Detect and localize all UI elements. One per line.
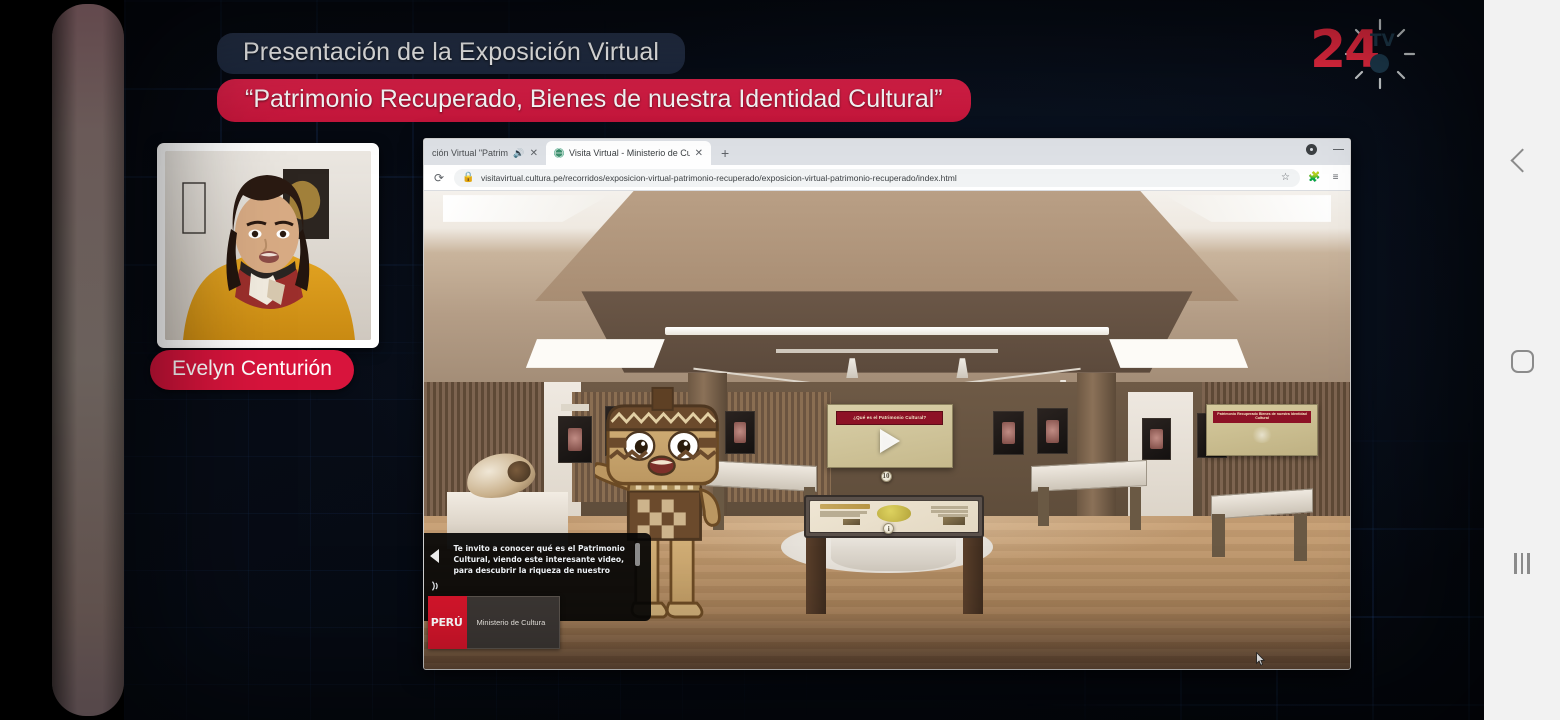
padlock-icon: 🔒 <box>462 172 475 183</box>
table-underside <box>831 537 957 571</box>
display-case-far-right-leg-2 <box>1212 513 1225 557</box>
ministry-logo-name: Ministerio de Cultura <box>467 596 561 649</box>
interactive-touch-table[interactable] <box>803 494 985 538</box>
speaker-video-feed <box>165 151 371 340</box>
mouse-pointer-icon <box>1256 652 1265 666</box>
title-block: Presentación de la Exposición Virtual “P… <box>217 33 971 122</box>
touch-table-text-line-4 <box>931 509 969 513</box>
artwork-left-1[interactable] <box>558 415 592 464</box>
display-case-right-leg-2 <box>1037 487 1050 526</box>
right-banner-headline: Patrimonio Recuperado Bienes de nuestra … <box>1212 410 1312 423</box>
right-banner-screen[interactable]: Patrimonio Recuperado Bienes de nuestra … <box>1206 403 1318 457</box>
browser-toolbar: ⟳ 🔒 visitavirtual.cultura.pe/recorridos/… <box>424 165 1350 191</box>
window-controls <box>1306 144 1344 155</box>
speaker-nameplate: Evelyn Centurión <box>150 350 354 390</box>
logo-dot-icon <box>1370 54 1389 73</box>
right-banner-glow <box>1251 426 1273 444</box>
profile-dot-icon[interactable] <box>1306 144 1317 155</box>
home-square-icon <box>1510 349 1534 373</box>
audio-waves-icon[interactable] <box>429 579 443 593</box>
virtual-tour-viewport[interactable]: ¿Qué es el Patrimonio Cultural? Patrimon… <box>424 191 1350 669</box>
touch-table-text-line-5 <box>937 513 969 517</box>
ceiling-light-square-left <box>525 339 665 368</box>
table-leg-front-right <box>962 532 984 615</box>
ceiling-skylight-left <box>442 195 610 222</box>
star-icon[interactable]: ☆ <box>1279 172 1292 183</box>
display-case-right-leg-1 <box>1129 487 1141 531</box>
tab-title: Visita Virtual - Ministerio de Cult <box>569 148 690 158</box>
linear-light-fixture <box>664 327 1110 335</box>
touch-table-text-line-2 <box>819 514 861 518</box>
touch-table-title-block <box>819 504 871 510</box>
speaker-icon[interactable]: 🔊 <box>513 148 524 159</box>
video-player-left-edge <box>52 4 124 716</box>
ministry-logo: PERÚ Ministerio de Cultura <box>427 596 561 649</box>
ceiling-skylight-right <box>1164 195 1332 222</box>
broadcast-slide: Presentación de la Exposición Virtual “P… <box>124 0 1484 720</box>
close-icon[interactable]: ✕ <box>695 148 703 159</box>
recents-bars-icon <box>1514 552 1530 574</box>
title-line-1: Presentación de la Exposición Virtual <box>217 33 685 74</box>
screen-root: Presentación de la Exposición Virtual “P… <box>0 0 1560 720</box>
artwork-label-left-1 <box>561 403 589 412</box>
artwork-right-2[interactable] <box>1037 408 1068 455</box>
speaker-portrait <box>165 151 371 340</box>
touch-table-text-line-3 <box>931 506 969 510</box>
minimize-icon[interactable] <box>1333 149 1344 150</box>
play-icon[interactable] <box>879 428 900 453</box>
display-case-far-right-leg-1 <box>1294 513 1308 562</box>
logo-tv-text: TV <box>1370 31 1395 51</box>
tab-title: ción Virtual "Patrimoni <box>432 148 509 158</box>
puzzle-icon[interactable]: 🧩 <box>1308 172 1321 183</box>
tour-caption-text: Te invito a conocer qué es el Patrimonio… <box>453 544 625 575</box>
browser-tabstrip: ción Virtual "Patrimoni 🔊 ✕ Visita Virtu… <box>424 139 1350 165</box>
touch-table-gold-artifact-image <box>877 505 911 522</box>
track-light-rail <box>775 348 999 353</box>
device-navigation-bar <box>1484 0 1560 720</box>
browser-tab-1[interactable]: ción Virtual "Patrimoni 🔊 ✕ <box>424 141 546 165</box>
speaker-webcam-frame <box>157 143 379 348</box>
touch-table-thumbnail-right <box>942 517 965 526</box>
logo-number: 24 <box>1310 20 1380 80</box>
list-menu-icon[interactable]: ≡ <box>1329 172 1342 183</box>
address-bar-url: visitavirtual.cultura.pe/recorridos/expo… <box>481 172 957 183</box>
chevron-left-icon[interactable] <box>429 548 439 563</box>
browser-window: ción Virtual "Patrimoni 🔊 ✕ Visita Virtu… <box>423 138 1351 670</box>
nav-recents-button[interactable] <box>1484 541 1560 585</box>
ceiling-light-square-right <box>1109 339 1249 368</box>
video-screen-card[interactable]: ¿Qué es el Patrimonio Cultural? <box>826 403 953 469</box>
caption-scrollbar[interactable] <box>634 543 640 567</box>
ministry-logo-peru: PERÚ <box>427 596 468 649</box>
nav-back-button[interactable] <box>1484 138 1560 182</box>
artwork-right-3[interactable] <box>1141 418 1172 461</box>
new-tab-button[interactable]: + <box>711 141 739 165</box>
channel-logo: 24 TV <box>1310 18 1416 94</box>
browser-tab-2[interactable]: Visita Virtual - Ministerio de Cult ✕ <box>546 141 711 165</box>
globe-icon <box>554 148 564 158</box>
title-line-2: “Patrimonio Recuperado, Bienes de nuestr… <box>217 79 971 122</box>
reload-icon[interactable]: ⟳ <box>432 171 446 185</box>
close-icon[interactable]: ✕ <box>530 148 538 159</box>
artwork-right-1[interactable] <box>993 410 1025 455</box>
touch-table-thumbnail-left <box>843 518 861 526</box>
nav-home-button[interactable] <box>1484 339 1560 383</box>
address-bar[interactable]: 🔒 visitavirtual.cultura.pe/recorridos/ex… <box>454 168 1300 187</box>
video-headline: ¿Qué es el Patrimonio Cultural? <box>836 410 944 425</box>
ceiling-panel <box>535 191 1239 301</box>
hotspot-navigation[interactable]: 10 <box>880 470 892 482</box>
chevron-left-icon <box>1509 147 1535 173</box>
table-leg-front-left <box>805 532 826 615</box>
